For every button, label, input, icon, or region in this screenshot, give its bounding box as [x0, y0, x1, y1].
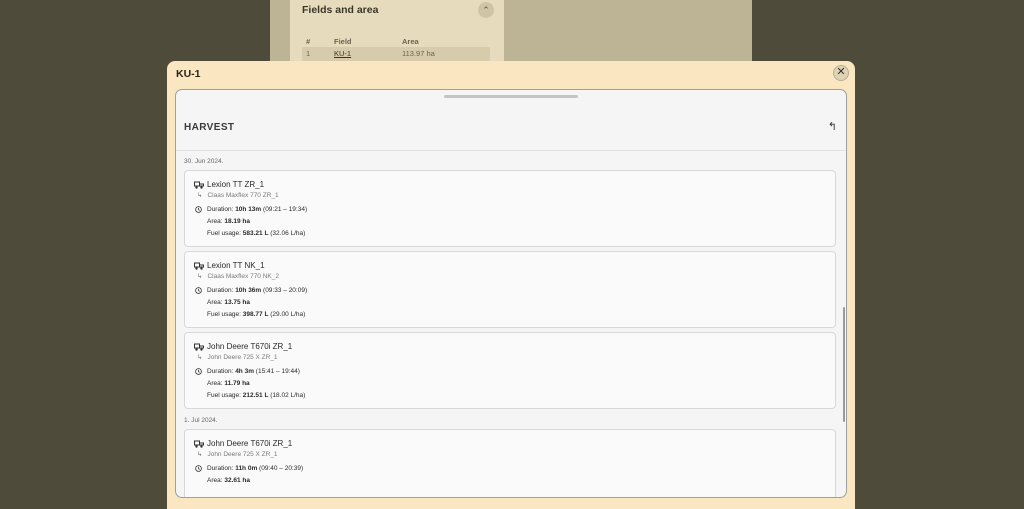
harvest-entry-card[interactable]: Lexion TT ZR_1 ↳ Claas Maxflex 770 ZR_1 D… — [184, 170, 836, 247]
area-stat: Area: 32.61 ha — [207, 477, 250, 484]
area-value: 13.75 ha — [224, 299, 251, 306]
fields-table-row[interactable]: 1 KU-1 113.97 ha — [302, 47, 490, 61]
collapse-chevron-icon[interactable]: ⌃ — [478, 2, 494, 18]
close-icon[interactable]: ✕ — [833, 65, 849, 81]
harvester-icon — [194, 440, 204, 448]
header-area: Area — [402, 37, 419, 46]
scrollbar[interactable] — [843, 307, 845, 422]
harvester-icon — [194, 181, 204, 189]
fuel-value: 583.21 L — [242, 230, 269, 237]
area-label: Area: — [207, 477, 223, 484]
duration-label: Duration: — [207, 287, 234, 294]
fuel-stat: Fuel usage: 398.77 L (29.00 L/ha) — [207, 311, 305, 318]
implement-name: ↳ John Deere 725 X ZR_1 — [197, 450, 278, 458]
implement-label: Claas Maxflex 770 NK_2 — [207, 273, 279, 280]
machine-name: John Deere T670i ZR_1 — [207, 439, 293, 448]
time-range: (09:21 – 19:34) — [263, 206, 308, 213]
implement-arrow-icon: ↳ — [197, 192, 203, 199]
area-label: Area: — [207, 380, 223, 387]
clock-icon — [195, 465, 202, 472]
area-stat: Area: 13.75 ha — [207, 299, 250, 306]
harvester-icon — [194, 262, 204, 270]
harvest-list[interactable]: 30. Jun 2024. Lexion TT ZR_1 ↳ Claas Maxf… — [176, 152, 846, 497]
harvest-entry-card[interactable]: John Deere T670i ZR_1 ↳ John Deere 725 X … — [184, 332, 836, 409]
time-range: (09:33 – 20:09) — [263, 287, 308, 294]
fuel-value: 212.51 L — [242, 392, 269, 399]
clock-icon — [195, 368, 202, 375]
implement-label: John Deere 725 X ZR_1 — [207, 354, 278, 361]
area-value: 18.19 ha — [224, 218, 251, 225]
fields-section-title: Fields and area — [302, 4, 379, 16]
date-label: 1. Jul 2024. — [184, 417, 218, 424]
back-arrow-icon[interactable]: ↰ — [828, 120, 837, 133]
machine-row: Lexion TT ZR_1 — [194, 180, 264, 189]
implement-label: Claas Maxflex 770 ZR_1 — [207, 192, 279, 199]
implement-arrow-icon: ↳ — [197, 451, 203, 458]
row-field-link[interactable]: KU-1 — [334, 49, 351, 58]
implement-arrow-icon: ↳ — [197, 354, 203, 361]
duration-value: 10h 13m — [235, 206, 262, 213]
panel-header: HARVEST ↰ — [176, 90, 846, 151]
duration-value: 11h 0m — [235, 465, 258, 472]
area-stat: Area: 11.79 ha — [207, 380, 250, 387]
area-label: Area: — [207, 218, 223, 225]
header-index: # — [306, 37, 311, 46]
implement-name: ↳ Claas Maxflex 770 NK_2 — [197, 272, 279, 280]
implement-label: John Deere 725 X ZR_1 — [207, 451, 278, 458]
machine-row: Lexion TT NK_1 — [194, 261, 265, 270]
harvester-icon — [194, 343, 204, 351]
implement-arrow-icon: ↳ — [197, 273, 203, 280]
duration-label: Duration: — [207, 465, 234, 472]
clock-icon — [195, 287, 202, 294]
fuel-stat: Fuel usage: 583.21 L (32.06 L/ha) — [207, 230, 305, 237]
harvest-panel: HARVEST ↰ 30. Jun 2024. Lexion TT ZR_1 ↳… — [175, 89, 847, 498]
duration-stat: Duration: 10h 36m (09:33 – 20:09) — [207, 287, 307, 294]
fuel-rate: (32.06 L/ha) — [270, 230, 306, 237]
fuel-stat: Fuel usage: 212.51 L (18.02 L/ha) — [207, 392, 305, 399]
time-range: (15:41 – 19:44) — [255, 368, 300, 375]
duration-value: 10h 36m — [235, 287, 262, 294]
panel-title: HARVEST — [184, 122, 235, 133]
duration-stat: Duration: 10h 13m (09:21 – 19:34) — [207, 206, 307, 213]
area-stat: Area: 18.19 ha — [207, 218, 250, 225]
area-label: Area: — [207, 299, 223, 306]
machine-name: John Deere T670i ZR_1 — [207, 342, 293, 351]
time-range: (09:40 – 20:39) — [259, 465, 304, 472]
field-modal: KU-1 ✕ HARVEST ↰ 30. Jun 2024. Lexion TT… — [167, 61, 855, 509]
machine-row: John Deere T670i ZR_1 — [194, 342, 292, 351]
machine-row: John Deere T670i ZR_1 — [194, 439, 292, 448]
duration-value: 4h 3m — [235, 368, 254, 375]
area-value: 11.79 ha — [224, 380, 250, 387]
harvest-entry-card[interactable]: John Deere T670i ZR_1 ↳ John Deere 725 X … — [184, 429, 836, 497]
fuel-value: 398.77 L — [242, 311, 269, 318]
implement-name: ↳ Claas Maxflex 770 ZR_1 — [197, 191, 279, 199]
fuel-rate: (18.02 L/ha) — [270, 392, 306, 399]
row-area: 113.97 ha — [402, 49, 435, 58]
duration-stat: Duration: 4h 3m (15:41 – 19:44) — [207, 368, 300, 375]
duration-label: Duration: — [207, 206, 234, 213]
fuel-rate: (29.00 L/ha) — [270, 311, 306, 318]
fuel-label: Fuel usage: — [207, 392, 241, 399]
fuel-label: Fuel usage: — [207, 230, 241, 237]
row-index: 1 — [306, 49, 311, 58]
implement-name: ↳ John Deere 725 X ZR_1 — [197, 353, 278, 361]
modal-title: KU-1 — [176, 68, 201, 80]
machine-name: Lexion TT NK_1 — [207, 261, 265, 270]
duration-stat: Duration: 11h 0m (09:40 – 20:39) — [207, 465, 303, 472]
machine-name: Lexion TT ZR_1 — [207, 180, 265, 189]
area-value: 32.61 ha — [224, 477, 251, 484]
clock-icon — [195, 206, 202, 213]
harvest-entry-card[interactable]: Lexion TT NK_1 ↳ Claas Maxflex 770 NK_2 D… — [184, 251, 836, 328]
duration-label: Duration: — [207, 368, 234, 375]
header-field: Field — [334, 37, 352, 46]
date-label: 30. Jun 2024. — [184, 158, 224, 165]
fuel-label: Fuel usage: — [207, 311, 241, 318]
